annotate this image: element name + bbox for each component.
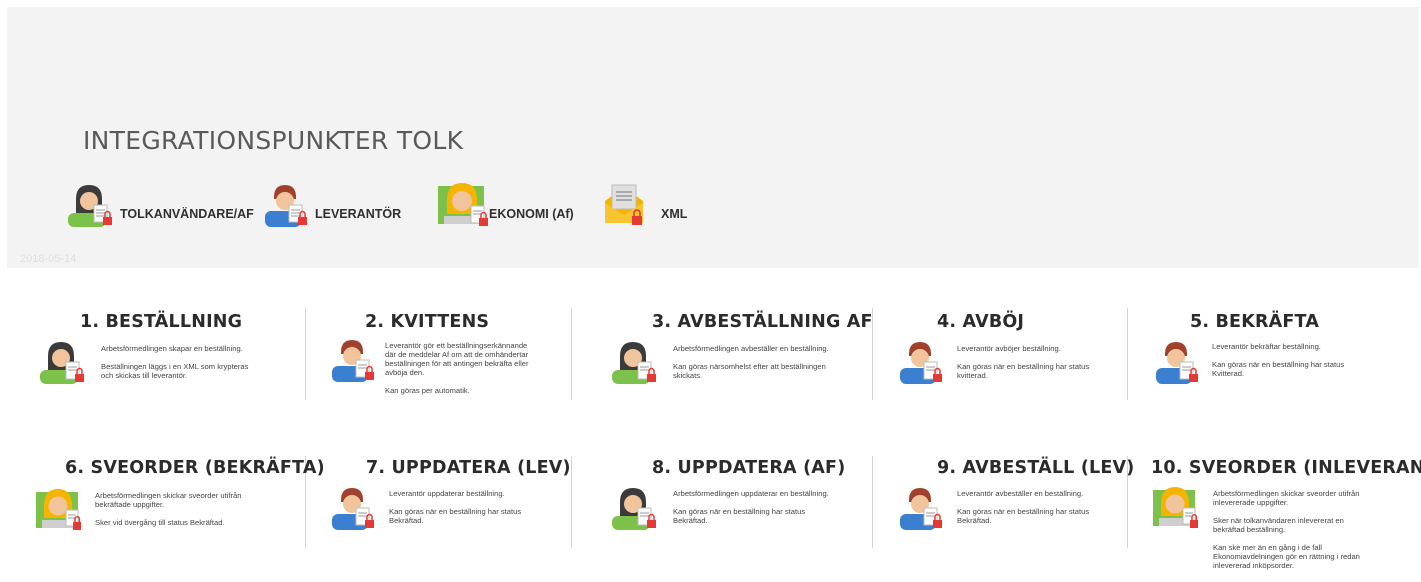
step-p2: Sker vid övergång till status Bekräftad. <box>95 518 225 527</box>
step-title: 9. AVBESTÄLL (LEV) <box>937 458 1135 478</box>
step-p2: Kan göras när en beställning har status … <box>957 507 1090 525</box>
step-description: Leverantör bekräftar beställning. Kan gör… <box>1212 342 1372 387</box>
step-p3: Kan ske mer än en gång i de fall Ekonomi… <box>1213 543 1360 570</box>
woman-user-icon <box>612 342 656 384</box>
column-divider <box>571 456 572 548</box>
step-p2: Kan göras när en beställning har status … <box>673 507 806 525</box>
column-divider <box>1127 308 1128 400</box>
step-p1: Leverantör gör ett beställningserkännand… <box>385 341 529 377</box>
step-description: Leverantör avböjer beställning. Kan göras… <box>957 344 1117 389</box>
man-supplier-icon <box>332 340 374 382</box>
legend-label-leverantor: LEVERANTÖR <box>315 207 402 221</box>
step-p1: Arbetsförmedlingen avbeställer en bestäl… <box>673 344 829 353</box>
step-title: 10. SVEORDER (INLEVERANS) <box>1151 458 1421 478</box>
step-description: Arbetsförmedlingen skickar sveorder utif… <box>1213 489 1365 579</box>
step-description: Arbetsförmedlingen skapar en beställning… <box>101 344 261 389</box>
step-title: 7. UPPDATERA (LEV) <box>366 458 571 478</box>
finance-user-icon <box>36 489 81 530</box>
step-description: Leverantör avbeställer en beställning. Ka… <box>957 489 1117 534</box>
date-label: 2018-05-14 <box>20 253 77 265</box>
step-p2: Kan göras när en beställning har status … <box>389 507 522 525</box>
step-title: 8. UPPDATERA (AF) <box>652 458 846 478</box>
step-title: 5. BEKRÄFTA <box>1190 312 1320 332</box>
step-p2: Kan göras närsomhelst efter att beställn… <box>673 362 826 380</box>
step-title: 3. AVBESTÄLLNING AF <box>652 312 873 332</box>
step-p2: Kan göras per automatik. <box>385 386 470 395</box>
step-p2: Kan göras när en beställning har status … <box>1212 360 1345 378</box>
man-supplier-icon <box>265 185 307 227</box>
step-title: 2. KVITTENS <box>365 312 490 332</box>
step-p2: Sker när tolkanvändaren inlevererat en b… <box>1213 516 1344 534</box>
step-p1: Arbetsförmedlingen skickar sveorder utif… <box>1213 489 1360 507</box>
legend-label-tolkanvandare: TOLKANVÄNDARE/AF <box>120 207 254 221</box>
step-title: 4. AVBÖJ <box>937 312 1025 332</box>
woman-user-icon <box>612 488 656 530</box>
step-title: 1. BESTÄLLNING <box>80 312 243 332</box>
finance-user-icon <box>438 183 488 226</box>
step-p1: Arbetsförmedlingen skapar en beställning… <box>101 344 243 353</box>
page-title: INTEGRATIONSPUNKTER TOLK <box>83 126 464 155</box>
step-p2: Kan göras när en beställning har status … <box>957 362 1090 380</box>
legend-label-ekonomi: EKONOMI (Af) <box>489 207 574 221</box>
step-description: Leverantör uppdaterar beställning. Kan gö… <box>389 489 549 534</box>
step-p1: Leverantör uppdaterar beställning. <box>389 489 505 498</box>
finance-user-icon <box>1153 487 1198 528</box>
step-p1: Leverantör avbeställer en beställning. <box>957 489 1084 498</box>
step-p1: Leverantör avböjer beställning. <box>957 344 1061 353</box>
man-supplier-icon <box>332 488 374 530</box>
step-p1: Arbetsförmedlingen uppdaterar en beställ… <box>673 489 829 498</box>
man-supplier-icon <box>900 342 942 384</box>
step-p1: Leverantör bekräftar beställning. <box>1212 342 1321 351</box>
step-title: 6. SVEORDER (BEKRÄFTA) <box>65 458 325 478</box>
column-divider <box>872 456 873 548</box>
step-p1: Arbetsförmedlingen skickar sveorder utif… <box>95 491 242 509</box>
step-description: Arbetsförmedlingen uppdaterar en beställ… <box>673 489 833 534</box>
woman-user-icon <box>40 342 84 384</box>
legend-label-xml: XML <box>661 207 688 221</box>
step-p2: Beställningen läggs i en XML som krypter… <box>101 362 249 380</box>
man-supplier-icon <box>1156 342 1198 384</box>
man-supplier-icon <box>900 488 942 530</box>
column-divider <box>305 308 306 400</box>
step-description: Leverantör gör ett beställningserkännand… <box>385 341 535 404</box>
step-description: Arbetsförmedlingen avbeställer en bestäl… <box>673 344 833 389</box>
column-divider <box>571 308 572 400</box>
woman-user-icon <box>68 185 112 227</box>
step-description: Arbetsförmedlingen skickar sveorder utif… <box>95 491 255 536</box>
xml-envelope-icon <box>605 184 643 225</box>
